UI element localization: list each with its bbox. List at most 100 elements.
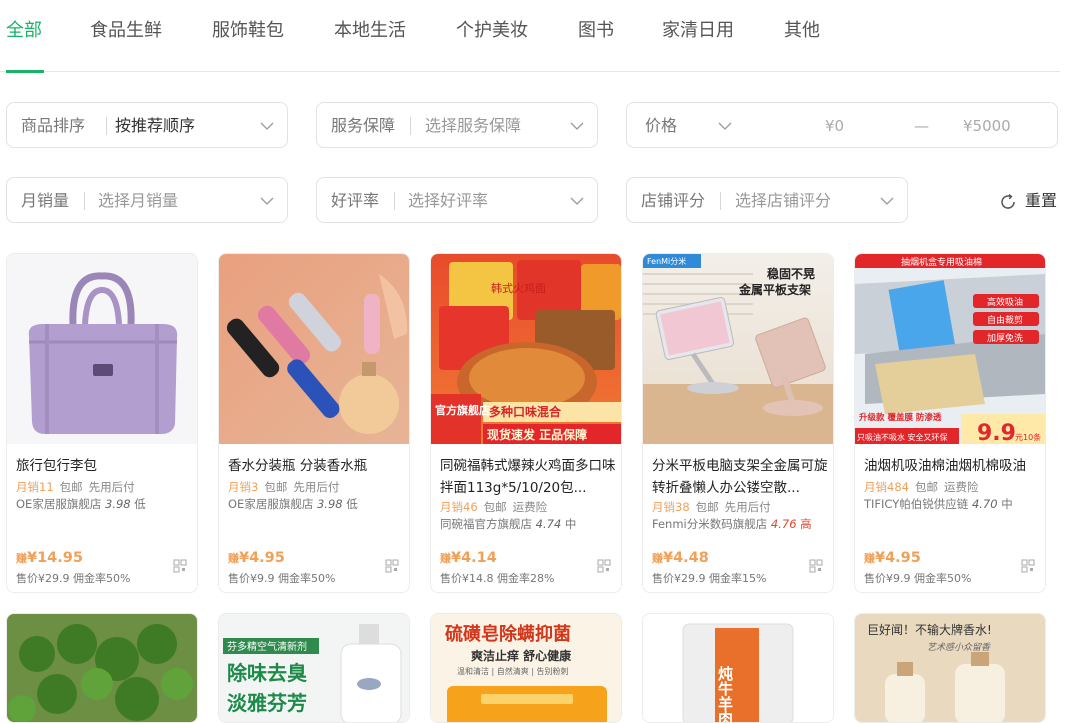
tab-beauty[interactable]: 个护美妆 — [456, 19, 528, 43]
image-text: 加厚免洗 — [987, 332, 1023, 344]
earn-amount: 赚¥4.95 — [228, 550, 285, 566]
tab-household[interactable]: 家清日用 — [662, 19, 734, 43]
tag: 包邮 — [59, 480, 83, 494]
monthly-sales: 月销484 — [864, 480, 909, 494]
tag: 运费险 — [512, 500, 548, 514]
tag: 先用后付 — [724, 500, 771, 514]
monthly-sales: 月销3 — [228, 480, 259, 494]
commission-rate: 佣金率50% — [914, 572, 972, 585]
earn-amount: 赚¥4.14 — [440, 550, 497, 566]
category-tabs: 全部 食品生鲜 服饰鞋包 本地生活 个护美妆 图书 家清日用 其他 — [0, 0, 1060, 73]
shop-score-select[interactable]: 店铺评分 选择店铺评分 — [626, 177, 908, 223]
service-label: 服务保障 — [331, 116, 396, 135]
earn-value: ¥4.48 — [663, 550, 709, 566]
price-commission: 售价¥29.9 佣金率15% — [652, 570, 766, 586]
product-title[interactable]: 旅行包行李包 — [16, 455, 192, 477]
commission-rate: 佣金率50% — [73, 572, 131, 585]
product-meta: 月销484 包邮 运费险 — [864, 479, 984, 495]
product-card[interactable]: 抽烟机盒专用吸油棉 高效吸油 自由裁剪 加厚免洗 升级款 覆盖膜 防渗透 只吸油… — [854, 253, 1046, 593]
image-text: 自由裁剪 — [987, 314, 1023, 326]
tab-apparel[interactable]: 服饰鞋包 — [212, 19, 284, 43]
divider — [106, 117, 107, 135]
price-filter: 价格 ¥0 — ¥5000 — [626, 102, 1058, 148]
qr-code-icon[interactable] — [1021, 559, 1035, 573]
earn-prefix: 赚 — [652, 552, 663, 565]
image-text: 9.9 — [977, 421, 1016, 444]
monthly-sales-placeholder: 选择月销量 — [98, 191, 179, 210]
tab-food[interactable]: 食品生鲜 — [90, 19, 162, 43]
shop-score: 3.98 — [316, 497, 343, 511]
image-text: 高效吸油 — [987, 296, 1023, 308]
rating-label: 好评率 — [331, 191, 380, 210]
product-card[interactable]: 旅行包行李包 月销11 包邮 先用后付 OE家居服旗舰店 3.98 低 赚¥14.9… — [6, 253, 198, 593]
product-image[interactable]: 韩式火鸡面 多种口味混合 官方旗舰店 现货速发 正品保障 — [431, 254, 621, 444]
earn-value: ¥4.95 — [875, 550, 921, 566]
image-text: 巨好闻！不输大牌香水! — [867, 622, 992, 637]
tab-other[interactable]: 其他 — [784, 19, 820, 43]
rating-select[interactable]: 好评率 选择好评率 — [316, 177, 598, 223]
image-text: 除味去臭 — [227, 661, 307, 685]
sort-label: 商品排序 — [21, 116, 86, 135]
earn-amount: 赚¥4.48 — [652, 550, 709, 566]
price-max-input[interactable]: ¥5000 — [963, 115, 1011, 137]
sale-price: 售价¥9.9 — [864, 572, 911, 585]
shop-score: 4.74 — [535, 517, 562, 531]
chevron-down-icon[interactable] — [716, 117, 734, 135]
monthly-sales: 月销46 — [440, 500, 478, 514]
divider — [84, 192, 85, 210]
image-text: 多种口味混合 — [489, 404, 562, 419]
tablet-stand-image: FenMi分米 稳固不晃 金属平板支架 — [643, 254, 833, 444]
shop-score-label: 店铺评分 — [641, 191, 706, 210]
reset-label: 重置 — [1025, 191, 1058, 210]
product-image[interactable]: FenMi分米 稳固不晃 金属平板支架 — [643, 254, 833, 444]
qr-code-icon[interactable] — [809, 559, 823, 573]
product-card[interactable]: 韩式火鸡面 多种口味混合 官方旗舰店 现货速发 正品保障 同碗福韩式爆辣火鸡面多… — [430, 253, 622, 593]
product-meta: 月销11 包邮 先用后付 — [16, 479, 141, 495]
image-text: 温和清洁 | 自然清爽 | 告别粉刺 — [457, 666, 569, 676]
product-meta: 月销38 包邮 先用后付 — [652, 499, 777, 515]
commission-rate: 佣金率50% — [278, 572, 336, 585]
shop-info: 同碗福官方旗舰店 4.74 中 — [440, 516, 576, 532]
product-title[interactable]: 分米平板电脑支架全金属可旋转折叠懒人办公镂空散... — [652, 455, 828, 499]
sort-select[interactable]: 商品排序 按推荐顺序 — [6, 102, 288, 148]
monthly-sales-label: 月销量 — [21, 191, 70, 210]
tag: 先用后付 — [293, 480, 340, 494]
image-text: 官方旗舰店 — [435, 403, 490, 417]
shop-name: TIFICY帕伯锐供应链 — [864, 497, 969, 511]
qr-code-icon[interactable] — [173, 559, 187, 573]
product-card[interactable]: 香水分装瓶 分装香水瓶 月销3 包邮 先用后付 OE家居服旗舰店 3.98 低 赚¥… — [218, 253, 410, 593]
shop-info: OE家居服旗舰店 3.98 低 — [16, 496, 146, 512]
qr-code-icon[interactable] — [597, 559, 611, 573]
image-text: 现货速发 正品保障 — [487, 427, 587, 442]
price-dash: — — [914, 117, 929, 135]
product-card[interactable]: FenMi分米 稳固不晃 金属平板支架 分米平板电脑支架全金属可旋转折叠懒人办公… — [642, 253, 834, 593]
chevron-down-icon — [260, 197, 274, 205]
image-text: 元10条 — [1015, 432, 1041, 442]
shop-info: Fenmi分米数码旗舰店 4.76 高 — [652, 516, 812, 532]
noodles-image: 韩式火鸡面 多种口味混合 官方旗舰店 现货速发 正品保障 — [431, 260, 621, 444]
divider — [410, 117, 411, 135]
qr-code-icon[interactable] — [385, 559, 399, 573]
tag: 运费险 — [943, 480, 979, 494]
tab-books[interactable]: 图书 — [578, 19, 614, 43]
product-image[interactable]: 抽烟机盒专用吸油棉 高效吸油 自由裁剪 加厚免洗 升级款 覆盖膜 防渗透 只吸油… — [855, 254, 1045, 444]
product-image[interactable] — [7, 254, 197, 444]
tab-all[interactable]: 全部 — [6, 19, 42, 43]
monthly-sales-select[interactable]: 月销量 选择月销量 — [6, 177, 288, 223]
product-title[interactable]: 香水分装瓶 分装香水瓶 — [228, 455, 404, 477]
shop-score: 3.98 — [104, 497, 131, 511]
product-title[interactable]: 油烟机吸油棉油烟机棉吸油 — [864, 455, 1040, 477]
shop-score: 4.76 — [770, 517, 797, 531]
product-title[interactable]: 同碗福韩式爆辣火鸡面多口味拌面113g*5/10/20包... — [440, 455, 616, 499]
price-min-input[interactable]: ¥0 — [825, 115, 844, 137]
earn-prefix: 赚 — [864, 552, 875, 565]
tag: 包邮 — [695, 500, 719, 514]
image-text: 韩式火鸡面 — [491, 281, 546, 295]
earn-prefix: 赚 — [228, 552, 239, 565]
image-text: 炖牛羊肉料 — [716, 665, 734, 723]
tab-local-life[interactable]: 本地生活 — [334, 19, 406, 43]
image-text: 爽洁止痒 舒心健康 — [471, 648, 572, 663]
product-image[interactable] — [219, 254, 409, 444]
service-select[interactable]: 服务保障 选择服务保障 — [316, 102, 598, 148]
shop-name: OE家居服旗舰店 — [16, 497, 102, 511]
